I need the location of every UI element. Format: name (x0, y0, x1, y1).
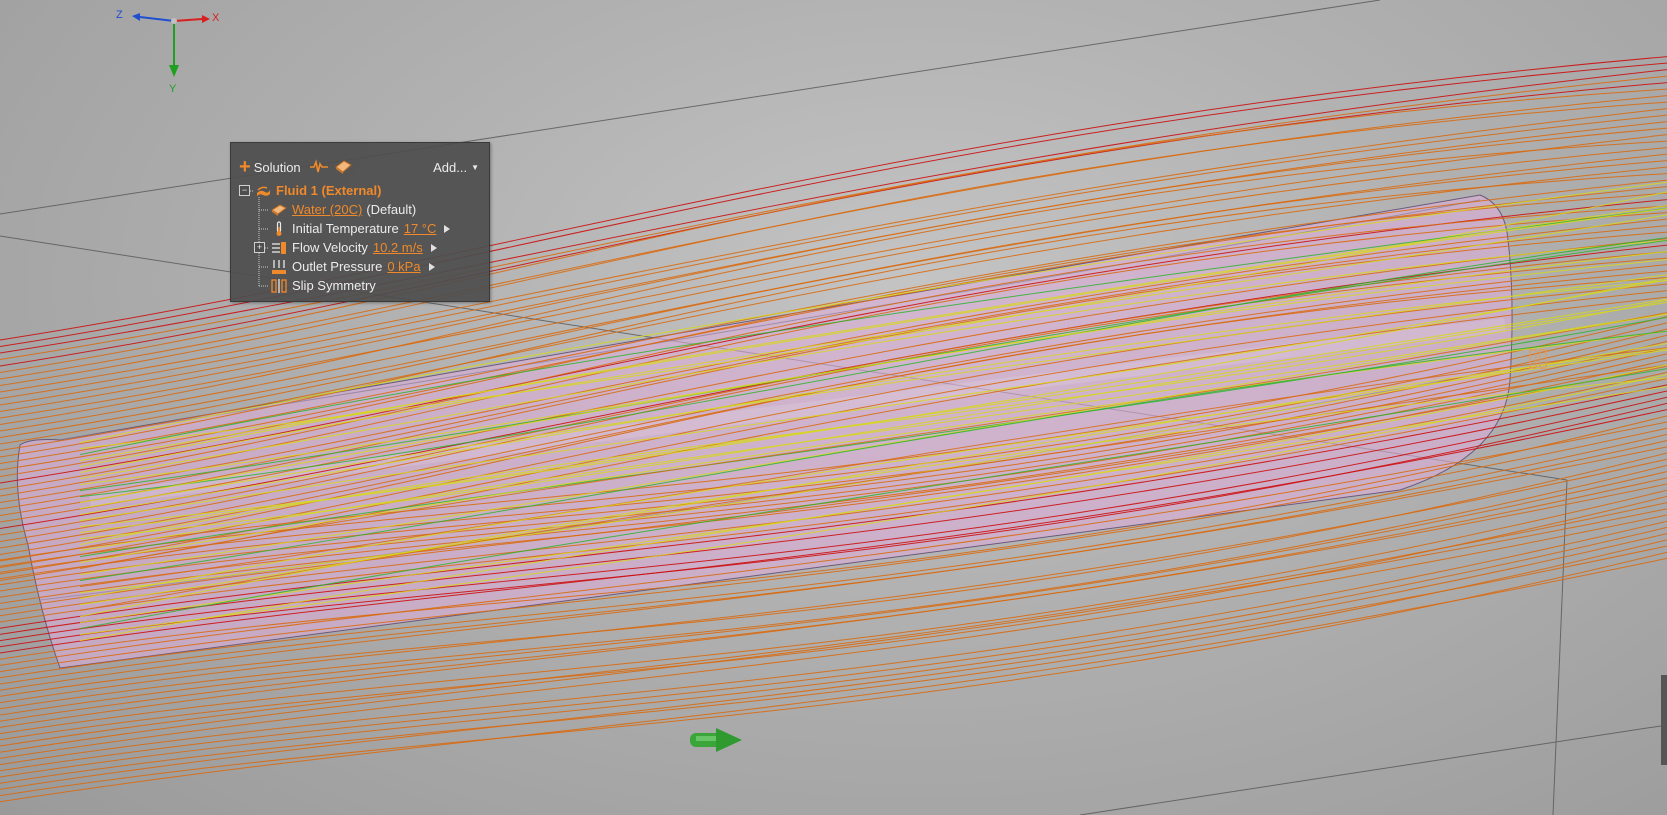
tree-item-initial-temperature[interactable]: Initial Temperature 17 °C (239, 219, 483, 238)
origin-icon (171, 18, 177, 24)
expand-arrow-icon[interactable] (430, 243, 437, 252)
chevron-down-icon: ▼ (471, 162, 479, 172)
collapse-toggle-icon[interactable]: − (239, 185, 250, 196)
3d-viewport[interactable]: X Z Y + Solution Add... ▼ − Fluid 1 (Ext… (0, 0, 1667, 815)
initial-temperature-value[interactable]: 17 °C (404, 221, 437, 236)
fluid-setup-panel: + Solution Add... ▼ − Fluid 1 (External)… (230, 142, 490, 302)
slip-symmetry-icon (271, 278, 287, 294)
outlet-pressure-label: Outlet Pressure (292, 259, 383, 274)
tree-item-slip-symmetry[interactable]: Slip Symmetry (239, 276, 483, 295)
simulation-scene[interactable] (0, 0, 1667, 815)
slip-symmetry-label: Slip Symmetry (292, 278, 376, 293)
flow-velocity-icon (271, 240, 287, 256)
tree-item-flow-velocity[interactable]: + Flow Velocity 10.2 m/s (239, 238, 483, 257)
tree-item-fluid[interactable]: − Fluid 1 (External) (239, 181, 483, 200)
fluid-label: Fluid 1 (External) (276, 183, 382, 198)
x-axis-line (173, 18, 203, 22)
thermometer-icon (271, 220, 287, 237)
z-axis-line (139, 16, 175, 22)
z-axis-arrow-icon (132, 13, 140, 21)
flow-direction-arrow-icon (690, 728, 742, 752)
z-axis-label: Z (116, 9, 123, 21)
material-link[interactable]: Water (20C) (292, 202, 362, 217)
initial-temperature-label: Initial Temperature (292, 221, 399, 236)
plus-icon: + (239, 156, 251, 178)
solution-label: Solution (253, 159, 301, 175)
panel-header: + Solution Add... ▼ (239, 157, 483, 177)
outlet-pressure-value[interactable]: 0 kPa (387, 259, 420, 274)
add-label: Add... (433, 159, 468, 175)
tree-item-outlet-pressure[interactable]: Outlet Pressure 0 kPa (239, 257, 483, 276)
fluid-icon (255, 183, 271, 199)
expand-arrow-icon[interactable] (428, 262, 435, 271)
flow-velocity-label: Flow Velocity (292, 240, 368, 255)
add-solution-button[interactable]: + Solution (239, 156, 301, 178)
expand-toggle-icon[interactable]: + (254, 242, 265, 253)
setup-tree: − Fluid 1 (External) Water (20C) (Defaul… (239, 181, 483, 295)
axis-triad: X Z Y (116, 9, 220, 95)
y-axis-label: Y (169, 83, 177, 95)
outlet-pressure-icon (271, 259, 287, 275)
waveform-icon[interactable] (309, 159, 329, 175)
x-axis-label: X (212, 12, 220, 24)
add-dropdown-button[interactable]: Add... ▼ (433, 160, 479, 175)
x-axis-arrow-icon (202, 15, 210, 23)
material-icon[interactable] (333, 159, 353, 175)
material-block-icon (271, 202, 287, 218)
material-default-label: (Default) (366, 202, 417, 217)
y-axis-arrow-icon (169, 65, 179, 77)
tree-item-material[interactable]: Water (20C) (Default) (239, 200, 483, 219)
flow-velocity-value[interactable]: 10.2 m/s (373, 240, 423, 255)
expand-arrow-icon[interactable] (444, 224, 451, 233)
scrollbar-stub (1661, 675, 1667, 765)
